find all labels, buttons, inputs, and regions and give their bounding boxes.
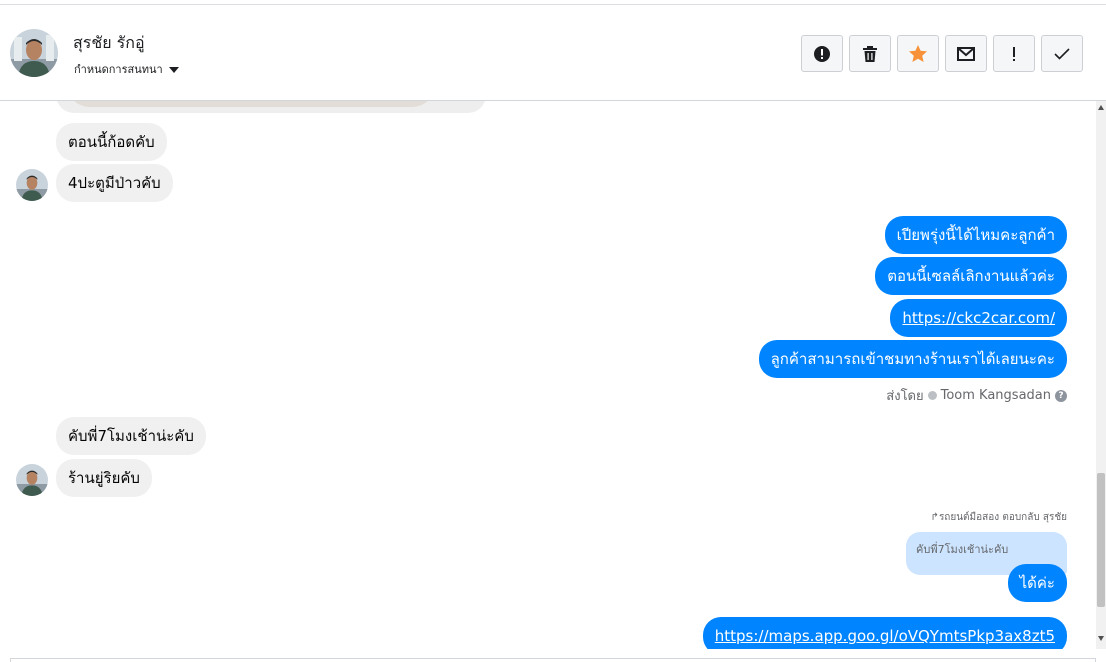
page-admin-icon — [927, 391, 937, 400]
outgoing-message[interactable]: ลูกค้าสามารถเข้าชมทางร้านเราได้เลยนะคะ — [758, 340, 1067, 378]
delete-button[interactable] — [849, 35, 891, 72]
star-button[interactable] — [897, 35, 939, 72]
sent-by-info: ส่งโดย Toom Kangsadan ? — [886, 385, 1067, 406]
reply-context-text: รถยนต์มือสอง ตอบกลับ สุรชัย — [938, 512, 1067, 523]
incoming-message[interactable]: ตอนนี้ก้อดคับ — [56, 123, 167, 161]
thread-scrollbar[interactable] — [1096, 101, 1106, 649]
scroll-up-arrow-icon[interactable] — [1098, 105, 1104, 110]
contact-avatar[interactable] — [10, 29, 58, 77]
star-icon — [909, 45, 927, 62]
sent-by-label: ส่งโดย — [886, 389, 924, 404]
alert-circle-icon — [814, 45, 830, 62]
reply-context: ↱รถยนต์มือสอง ตอบกลับ สุรชัย — [931, 510, 1067, 525]
scroll-down-arrow-icon[interactable] — [1098, 636, 1104, 641]
checkmark-icon — [1054, 47, 1070, 60]
conversation-header: สุรชัย รักอู่ กำหนดการสนทนา — [0, 5, 1106, 101]
outgoing-message[interactable]: ตอนนี้เซลล์เลิกงานแล้วค่ะ — [875, 257, 1067, 295]
message-link[interactable]: https://ckc2car.com/ — [902, 309, 1055, 327]
image-attachment-content — [66, 101, 436, 107]
follow-up-button[interactable] — [993, 35, 1035, 72]
mark-done-button[interactable] — [1041, 35, 1083, 72]
composer-edge — [10, 658, 1096, 662]
scrollbar-thumb[interactable] — [1097, 473, 1105, 607]
outgoing-message[interactable]: https://maps.app.goo.gl/oVQYmtsPkp3ax8zt… — [702, 617, 1067, 649]
message-thread: ตอนนี้ก้อดคับ 4ปะตูมีป่าวคับ เปียพรุ่งนี… — [0, 101, 1096, 649]
help-icon[interactable]: ? — [1055, 389, 1067, 402]
incoming-message[interactable]: คับพี่7โมงเช้าน่ะคับ — [56, 417, 206, 455]
report-spam-button[interactable] — [801, 35, 843, 72]
mark-unread-button[interactable] — [945, 35, 987, 72]
message-link[interactable]: https://maps.app.goo.gl/oVQYmtsPkp3ax8zt… — [715, 627, 1055, 645]
outgoing-message[interactable]: https://ckc2car.com/ — [890, 299, 1067, 337]
conversation-settings-label: กำหนดการสนทนา — [74, 63, 163, 76]
incoming-message[interactable]: 4ปะตูมีป่าวคับ — [56, 164, 173, 202]
inbox-conversation-window: สุรชัย รักอู่ กำหนดการสนทนา ตอนนี้ก้อดคั… — [0, 0, 1106, 662]
image-attachment[interactable] — [56, 101, 486, 113]
outgoing-message[interactable]: ได้ค่ะ — [1007, 564, 1067, 602]
contact-avatar-small — [16, 464, 48, 496]
contact-avatar-small — [16, 169, 48, 201]
incoming-message[interactable]: ร้านยู่ริยคับ — [56, 459, 152, 497]
conversation-settings-dropdown[interactable]: กำหนดการสนทนา — [74, 60, 179, 78]
sent-by-name[interactable]: Toom Kangsadan — [941, 388, 1051, 403]
contact-name[interactable]: สุรชัย รักอู่ — [73, 31, 145, 56]
exclamation-icon — [1013, 46, 1015, 61]
caret-down-icon — [168, 66, 179, 73]
reply-arrow-icon: ↱ — [930, 512, 939, 523]
outgoing-message[interactable]: เปียพรุ่งนี้ได้ไหมคะลูกค้า — [884, 216, 1067, 254]
trash-icon — [863, 45, 877, 62]
conversation-toolbar — [801, 35, 1083, 72]
envelope-icon — [957, 46, 975, 61]
